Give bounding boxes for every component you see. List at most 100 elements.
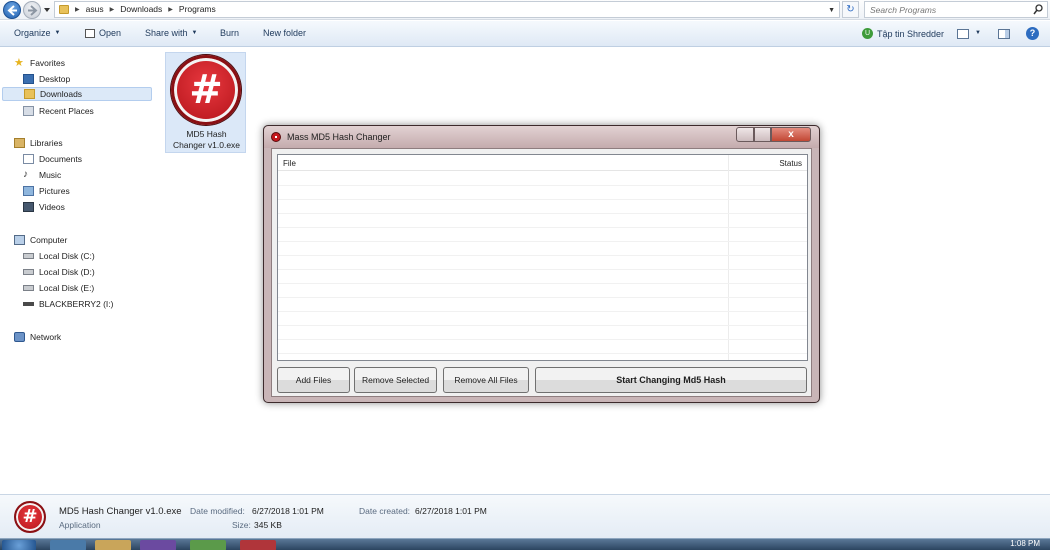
burn-button[interactable]: Burn <box>220 28 239 38</box>
taskbar-app[interactable] <box>140 540 176 550</box>
file-name-line-2: Changer v1.0.exe <box>172 140 241 150</box>
nav-network-label: Network <box>30 332 62 342</box>
nav-videos-label: Videos <box>39 202 65 212</box>
folder-icon <box>59 5 69 14</box>
star-icon: ★ <box>14 57 24 69</box>
recent-pages-dropdown-icon[interactable] <box>43 6 51 14</box>
chevron-right-icon[interactable]: ▶ <box>168 6 173 13</box>
nav-favorites[interactable]: ★ Favorites <box>14 56 65 70</box>
details-pane: # MD5 Hash Changer v1.0.exe Application … <box>0 494 1050 538</box>
help-icon[interactable]: ? <box>1026 27 1039 40</box>
breadcrumb-programs[interactable]: Programs <box>179 4 216 14</box>
maximize-button[interactable] <box>754 127 771 142</box>
nav-documents-label: Documents <box>39 154 82 164</box>
remove-all-files-button[interactable]: Remove All Files <box>443 367 529 393</box>
nav-videos[interactable]: Videos <box>23 200 65 214</box>
downloads-folder-icon <box>24 89 35 99</box>
file-item-md5-hash-changer[interactable]: # MD5 Hash Changer v1.0.exe <box>165 52 246 153</box>
list-row-line <box>278 227 807 228</box>
minimize-button[interactable] <box>736 127 754 142</box>
new-folder-button[interactable]: New folder <box>263 28 306 38</box>
start-changing-md5-hash-button[interactable]: Start Changing Md5 Hash <box>535 367 807 393</box>
nav-disk-e[interactable]: Local Disk (E:) <box>23 281 94 295</box>
search-box[interactable] <box>864 1 1048 18</box>
nav-disk-d-label: Local Disk (D:) <box>39 267 95 277</box>
nav-blackberry-label: BLACKBERRY2 (I:) <box>39 299 114 309</box>
chevron-right-icon[interactable]: ▶ <box>75 6 80 13</box>
preview-pane-icon[interactable] <box>998 29 1010 39</box>
address-field[interactable]: ▶ asus ▶ Downloads ▶ Programs ▼ <box>54 1 840 18</box>
shredder-icon: U <box>862 28 873 39</box>
recent-places-icon <box>23 106 34 116</box>
back-button[interactable] <box>3 1 21 19</box>
burn-label: Burn <box>220 28 240 38</box>
navigation-pane: ★ Favorites Desktop Downloads Recent Plac… <box>0 48 157 494</box>
nav-disk-d[interactable]: Local Disk (D:) <box>23 265 95 279</box>
search-input[interactable] <box>870 3 1030 17</box>
share-with-menu[interactable]: Share with ▼ <box>145 28 197 38</box>
date-modified-value: 6/27/2018 1:01 PM <box>252 506 324 516</box>
forward-button[interactable] <box>23 1 41 19</box>
nav-recent-places[interactable]: Recent Places <box>23 104 94 118</box>
nav-computer-label: Computer <box>30 235 68 245</box>
nav-disk-c[interactable]: Local Disk (C:) <box>23 249 95 263</box>
file-list-view[interactable]: File Status <box>277 154 808 361</box>
organize-menu[interactable]: Organize ▼ <box>14 28 60 38</box>
arrow-right-icon <box>28 5 38 16</box>
list-row-line <box>278 283 807 284</box>
list-row-line <box>278 311 807 312</box>
nav-desktop-label: Desktop <box>39 74 71 84</box>
nav-desktop[interactable]: Desktop <box>23 72 70 86</box>
nav-libraries[interactable]: Libraries <box>14 136 63 150</box>
network-icon <box>14 332 25 342</box>
search-icon[interactable] <box>1033 4 1043 15</box>
nav-music[interactable]: ♪ Music <box>23 168 61 182</box>
open-button[interactable]: Open <box>85 28 121 38</box>
refresh-icon: ↻ <box>846 4 855 15</box>
nav-pictures[interactable]: Pictures <box>23 184 70 198</box>
nav-network[interactable]: Network <box>14 330 61 344</box>
close-button[interactable]: x <box>771 127 811 142</box>
chevron-down-icon: ▼ <box>54 30 61 36</box>
hard-disk-icon <box>23 285 34 291</box>
shredder-button[interactable]: U Tập tin Shredder <box>862 28 944 39</box>
address-dropdown-icon[interactable]: ▼ <box>828 7 835 14</box>
change-view-icon[interactable] <box>957 29 969 39</box>
taskbar-explorer[interactable] <box>95 540 131 550</box>
date-created-label: Date created: <box>359 506 411 516</box>
file-name-line-1: MD5 Hash <box>186 129 227 139</box>
nav-downloads-label: Downloads <box>40 89 83 99</box>
list-row-line <box>278 339 807 340</box>
shredder-label: Tập tin Shredder <box>877 28 945 39</box>
refresh-button[interactable]: ↻ <box>842 1 859 18</box>
nav-blackberry[interactable]: BLACKBERRY2 (I:) <box>23 297 113 311</box>
view-options-dropdown-icon[interactable]: ▼ <box>975 30 981 36</box>
taskbar-md5-hash-changer[interactable] <box>240 540 276 550</box>
nav-computer[interactable]: Computer <box>14 233 67 247</box>
libraries-icon <box>14 138 25 148</box>
remove-selected-button[interactable]: Remove Selected <box>354 367 437 393</box>
breadcrumb: ▶ asus ▶ Downloads ▶ Programs <box>75 4 216 14</box>
window-title-bar[interactable]: Mass MD5 Hash Changer x <box>264 126 819 148</box>
size-label: Size: <box>232 520 251 530</box>
breadcrumb-asus[interactable]: asus <box>86 4 104 14</box>
chevron-right-icon[interactable]: ▶ <box>110 6 115 13</box>
size-value: 345 KB <box>254 520 282 530</box>
address-bar: ▶ asus ▶ Downloads ▶ Programs ▼ ↻ <box>0 0 1050 20</box>
taskbar-ie[interactable] <box>50 540 86 550</box>
column-header-file[interactable]: File <box>283 159 296 168</box>
hard-disk-icon <box>23 269 34 275</box>
list-row-line <box>278 255 807 256</box>
music-note-icon: ♪ <box>23 169 28 180</box>
nav-downloads[interactable]: Downloads <box>2 87 152 101</box>
command-bar: Organize ▼ Open Share with ▼ Burn New fo… <box>0 21 1050 47</box>
mass-md5-hash-changer-window: Mass MD5 Hash Changer x File Status Add … <box>263 125 820 403</box>
start-button[interactable] <box>2 540 36 550</box>
taskbar-app[interactable] <box>190 540 226 550</box>
details-file-type: Application <box>59 520 101 530</box>
add-files-button[interactable]: Add Files <box>277 367 350 393</box>
column-header-status[interactable]: Status <box>779 159 802 168</box>
removable-drive-icon <box>23 302 34 306</box>
nav-documents[interactable]: Documents <box>23 152 82 166</box>
breadcrumb-downloads[interactable]: Downloads <box>120 4 162 14</box>
